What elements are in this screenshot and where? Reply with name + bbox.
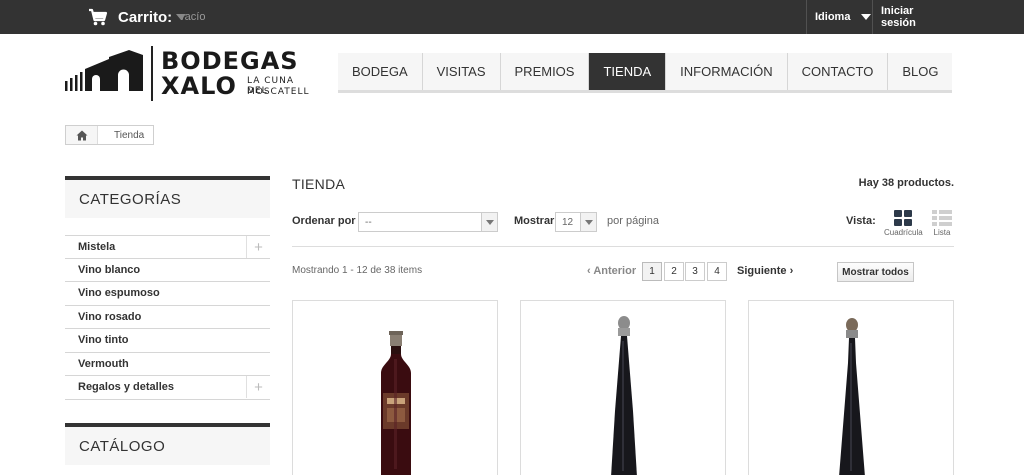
product-count: Hay 38 productos. [858, 177, 954, 189]
categories-title: CATEGORÍAS [65, 176, 270, 218]
product-card[interactable] [292, 300, 498, 475]
results-summary: Mostrando 1 - 12 de 38 items [292, 265, 423, 276]
sort-value: -- [365, 216, 372, 228]
chevron-right-icon: › [786, 265, 794, 277]
show-all-button[interactable]: Mostrar todos [837, 262, 914, 282]
view-label: Vista: [846, 215, 876, 227]
product-image [839, 318, 865, 475]
cart-label: Carrito: [118, 8, 173, 26]
top-links: Idioma Iniciar sesión [806, 0, 952, 34]
logo-text-line2: XALO [161, 72, 237, 100]
logo-separator [151, 46, 153, 101]
chevron-down-icon [861, 14, 872, 20]
catalog-title: CATÁLOGO [65, 423, 270, 465]
category-label: Vino tinto [78, 334, 129, 347]
pagination-page-1[interactable]: 1 [642, 262, 662, 281]
grid-view-icon [894, 210, 913, 226]
language-selector[interactable]: Idioma [806, 0, 872, 34]
previous-label: Anterior [593, 265, 637, 277]
home-icon [76, 130, 87, 140]
chevron-down-icon [481, 213, 497, 231]
category-item-vino-blanco[interactable]: Vino blanco [65, 259, 270, 282]
page-title: TIENDA [292, 176, 346, 192]
product-image [611, 316, 637, 475]
catalog-block: CATÁLOGO [65, 423, 270, 465]
chevron-down-icon[interactable] [176, 14, 186, 20]
per-page-label: por página [607, 215, 659, 227]
pagination-next[interactable]: Siguiente › [737, 265, 793, 277]
chevron-down-icon [580, 213, 596, 231]
site-logo[interactable]: BODEGAS XALO LA CUNA DEL MOSCATELL [63, 45, 318, 103]
pagination-previous[interactable]: ‹ Anterior [587, 265, 636, 277]
category-item-mistela[interactable]: Mistela + [65, 235, 270, 259]
plus-icon[interactable]: + [246, 236, 270, 258]
next-label: Siguiente [737, 265, 787, 277]
nav-item-blog[interactable]: BLOG [888, 53, 953, 90]
grid-view-button[interactable]: Cuadrícula [884, 210, 923, 237]
category-item-vino-rosado[interactable]: Vino rosado [65, 306, 270, 329]
categories-block: CATEGORÍAS Mistela + Vino blanco Vino es… [65, 176, 270, 400]
pagination-page-3[interactable]: 3 [685, 262, 705, 281]
breadcrumb-current: Tienda [114, 129, 145, 141]
breadcrumb-home[interactable] [66, 126, 98, 144]
pagination-page-4[interactable]: 4 [707, 262, 727, 281]
show-label: Mostrar [514, 215, 555, 227]
category-item-vermouth[interactable]: Vermouth [65, 353, 270, 376]
category-list: Mistela + Vino blanco Vino espumoso Vino… [65, 235, 270, 400]
logo-mark-icon [65, 50, 143, 91]
nav-item-tienda[interactable]: TIENDA [589, 53, 667, 90]
main-navigation: BODEGA VISITAS PREMIOS TIENDA INFORMACIÓ… [338, 53, 953, 93]
logo-text-line1: BODEGAS [161, 47, 299, 75]
category-item-vino-espumoso[interactable]: Vino espumoso [65, 282, 270, 306]
login-label: Iniciar sesión [881, 5, 916, 29]
category-label: Vino rosado [78, 310, 142, 323]
logo-tagline-line2: MOSCATELL [247, 87, 310, 97]
toolbar-divider [292, 246, 954, 247]
sort-label: Ordenar por [292, 215, 356, 227]
list-view-button[interactable]: Lista [932, 210, 952, 237]
cart-icon [89, 8, 108, 26]
category-label: Vino espumoso [78, 287, 160, 300]
category-label: Regalos y detalles [78, 381, 174, 394]
login-link[interactable]: Iniciar sesión [872, 0, 952, 34]
language-label: Idioma [815, 11, 851, 23]
nav-item-bodega[interactable]: BODEGA [338, 53, 423, 90]
product-image [381, 331, 411, 475]
category-label: Vino blanco [78, 263, 141, 276]
list-view-label: Lista [933, 228, 951, 237]
product-card[interactable] [748, 300, 954, 475]
per-page-value: 12 [562, 216, 574, 228]
category-item-vino-tinto[interactable]: Vino tinto [65, 329, 270, 353]
breadcrumb: Tienda [65, 125, 155, 145]
list-view-icon [932, 210, 952, 226]
cart-summary[interactable]: Carrito: vacío [88, 0, 205, 34]
per-page-select[interactable]: 12 [555, 212, 597, 232]
category-label: Vermouth [78, 357, 129, 370]
category-label: Mistela [78, 240, 116, 253]
nav-item-premios[interactable]: PREMIOS [500, 53, 590, 90]
category-item-regalos[interactable]: Regalos y detalles + [65, 376, 270, 400]
nav-item-informacion[interactable]: INFORMACIÓN [666, 53, 788, 90]
top-bar: Carrito: vacío Idioma Iniciar sesión [0, 0, 1024, 34]
sort-select[interactable]: -- [358, 212, 498, 232]
nav-item-contacto[interactable]: CONTACTO [787, 53, 889, 90]
plus-icon[interactable]: + [246, 376, 270, 398]
grid-view-label: Cuadrícula [884, 228, 923, 237]
nav-item-visitas[interactable]: VISITAS [422, 53, 501, 90]
product-card[interactable] [520, 300, 726, 475]
pagination-page-2[interactable]: 2 [664, 262, 684, 281]
